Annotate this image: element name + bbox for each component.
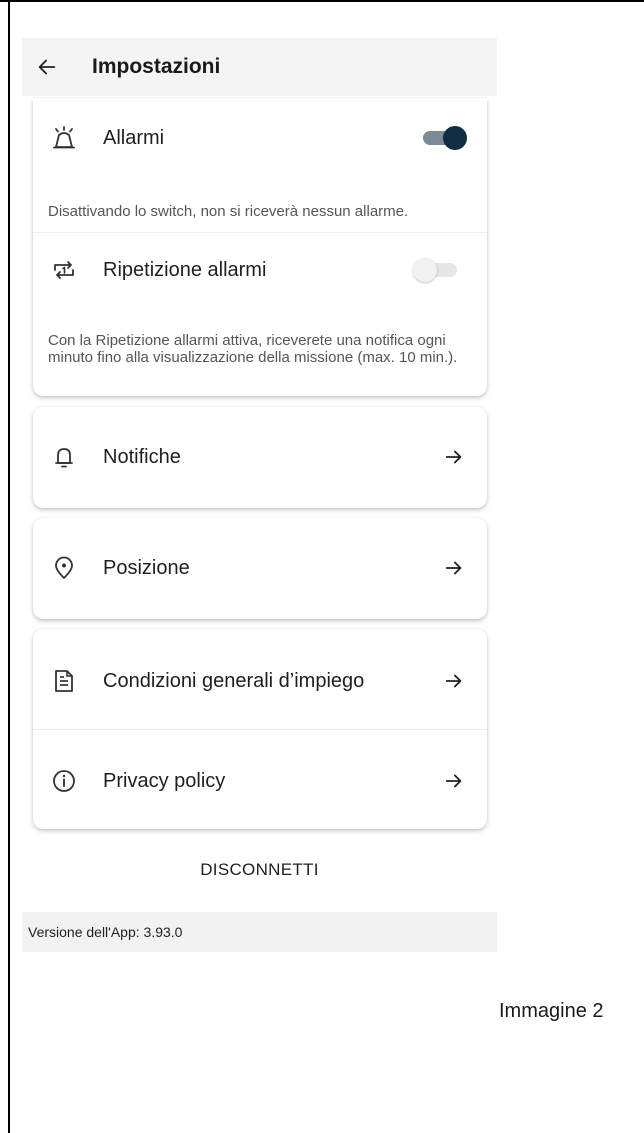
- alarm-icon: [51, 125, 77, 151]
- app-bar: Impostazioni: [22, 38, 497, 96]
- notifications-card[interactable]: Notifiche: [33, 407, 487, 508]
- document-icon: [51, 668, 77, 694]
- frame-top-border: [0, 0, 644, 2]
- alarms-divider: [33, 232, 487, 233]
- arrow-left-icon: [36, 56, 58, 78]
- phone-screen: Impostazioni Allarmi Disattivando lo swi…: [22, 38, 497, 990]
- position-row[interactable]: Posizione: [33, 548, 487, 588]
- page-title: Impostazioni: [92, 55, 221, 78]
- privacy-label: Privacy policy: [103, 769, 226, 792]
- arrow-right-icon: [443, 557, 465, 579]
- repeat-alarms-description: Con la Ripetizione allarmi attiva, ricev…: [48, 332, 458, 366]
- legal-card: Condizioni generali d’impiego Privacy po…: [33, 629, 487, 829]
- back-button[interactable]: [22, 38, 72, 96]
- privacy-row[interactable]: Privacy policy: [33, 761, 487, 801]
- alarms-label: Allarmi: [103, 126, 165, 149]
- terms-label: Condizioni generali d’impiego: [103, 669, 365, 692]
- alarms-card: Allarmi Disattivando lo switch, non si r…: [33, 98, 487, 396]
- alarms-toggle-knob: [443, 126, 467, 150]
- alarms-description: Disattivando lo switch, non si riceverà …: [48, 203, 409, 220]
- position-card[interactable]: Posizione: [33, 518, 487, 619]
- position-label: Posizione: [103, 556, 190, 579]
- logout-button[interactable]: DISCONNETTI: [22, 850, 497, 890]
- repeat-one-icon: [51, 257, 77, 283]
- repeat-alarms-label: Ripetizione allarmi: [103, 258, 267, 281]
- bell-icon: [51, 444, 77, 470]
- arrow-right-icon: [443, 670, 465, 692]
- repeat-alarms-row: Ripetizione allarmi: [33, 250, 487, 290]
- location-pin-icon: [51, 555, 77, 581]
- alarms-row: Allarmi: [33, 118, 487, 158]
- terms-row[interactable]: Condizioni generali d’impiego: [33, 661, 487, 701]
- alarms-toggle[interactable]: [423, 126, 467, 150]
- notifications-row[interactable]: Notifiche: [33, 437, 487, 477]
- arrow-right-icon: [443, 446, 465, 468]
- repeat-alarms-toggle[interactable]: [413, 258, 457, 282]
- frame-left-border: [8, 0, 10, 1133]
- app-version: Versione dell'App: 3.93.0: [22, 912, 497, 952]
- arrow-right-icon: [443, 770, 465, 792]
- repeat-alarms-toggle-knob: [413, 258, 437, 282]
- image-caption: Immagine 2: [499, 1000, 604, 1022]
- legal-divider: [33, 729, 487, 730]
- notifications-label: Notifiche: [103, 445, 181, 468]
- info-icon: [51, 768, 77, 794]
